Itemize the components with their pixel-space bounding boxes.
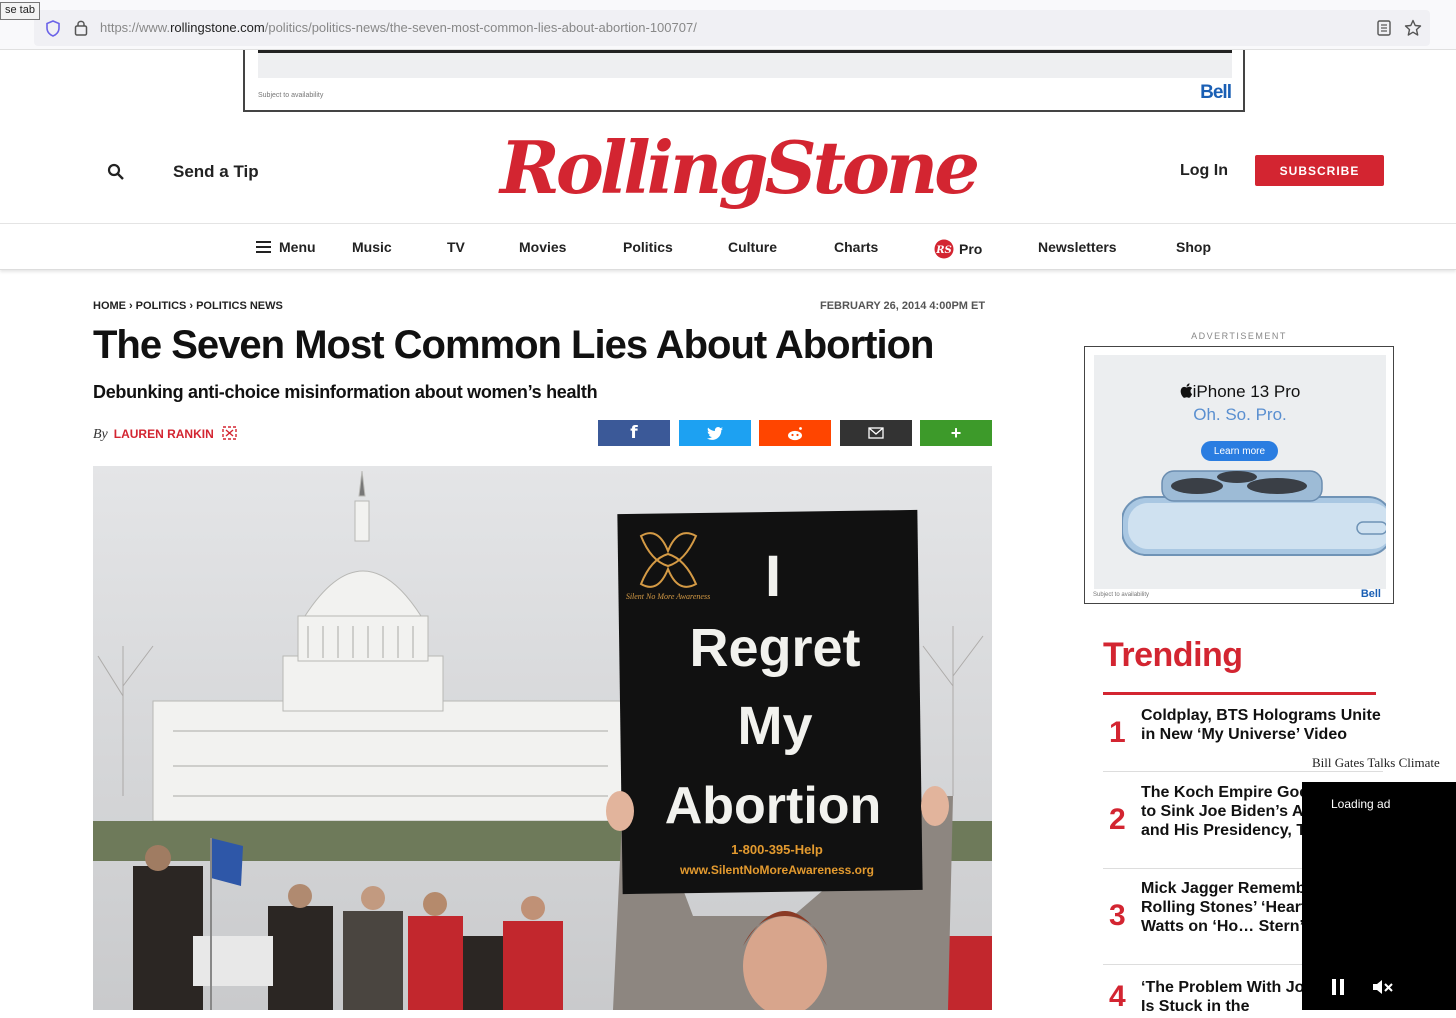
lock-icon[interactable] [74,19,88,36]
url-path: /politics/politics-news/the-seven-most-c… [264,20,697,35]
trending-rank: 2 [1109,803,1126,836]
breadcrumb: HOME › POLITICS › POLITICS NEWS [93,300,283,312]
ad-brand-logo: Bell [1200,82,1232,103]
url-text[interactable]: https://www.rollingstone.com/politics/po… [100,20,697,35]
trending-divider [1103,692,1376,695]
subscribe-button[interactable]: SUBSCRIBE [1255,155,1384,186]
nav-menu[interactable]: Menu [256,239,316,255]
video-status: Loading ad [1331,797,1391,811]
nav-movies[interactable]: Movies [519,239,566,255]
nav-politics[interactable]: Politics [623,239,673,255]
sign-line-3: My [737,696,812,756]
floating-video-player[interactable]: Loading ad [1302,782,1456,1010]
twitter-icon [707,426,723,440]
nav-newsletters[interactable]: Newsletters [1038,239,1117,255]
video-caption[interactable]: Bill Gates Talks Climate [1312,755,1440,771]
ad-image [258,50,1232,78]
url-prefix: https://www. [100,20,171,35]
plus-icon: + [950,422,962,443]
sidebar-ad[interactable]: iPhone 13 Pro Oh. So. Pro. Learn more Su… [1084,346,1394,604]
advertisement-label: ADVERTISEMENT [1191,331,1287,341]
share-twitter-button[interactable] [679,420,751,446]
sign-phone: 1-800-395-Help [731,842,823,857]
publish-date: FEBRUARY 26, 2014 4:00PM ET [820,300,986,312]
hamburger-icon [256,241,271,253]
nav-tv[interactable]: TV [447,239,465,255]
svg-text:RS: RS [935,245,952,256]
facebook-icon: f [630,423,638,443]
mute-icon[interactable] [1372,978,1394,996]
reader-view-icon[interactable] [1377,20,1391,36]
sign-line-2: Regret [689,618,860,678]
ad-tagline: Oh. So. Pro. [1193,405,1287,424]
ad-brand-logo: Bell [1360,588,1381,600]
trending-title[interactable]: Coldplay, BTS Holograms Unite in New ‘My… [1141,706,1381,744]
sidebar-ad-image: iPhone 13 Pro Oh. So. Pro. Learn more [1094,355,1386,589]
nav-charts[interactable]: Charts [834,239,878,255]
reddit-icon [788,426,802,440]
protest-photo: Silent No More Awareness I Regret My Abo… [93,466,992,1010]
email-icon [868,427,884,439]
tab-tooltip: se tab [0,2,40,20]
rolling-stone-logo[interactable]: RollingStone [500,118,990,218]
article-subhead: Debunking anti-choice misinformation abo… [93,382,598,402]
breadcrumb-politics[interactable]: POLITICS [136,300,187,312]
browser-url-bar: https://www.rollingstone.com/politics/po… [0,0,1456,50]
url-domain: rollingstone.com [170,20,265,35]
trending-heading: Trending [1103,636,1243,674]
main-nav: Menu Music TV Movies Politics Culture Ch… [0,224,1456,270]
ad-product-title: iPhone 13 Pro [1094,382,1386,402]
nav-culture[interactable]: Culture [728,239,777,255]
nav-menu-label: Menu [279,239,316,255]
byline: By LAUREN RANKIN [93,425,238,443]
breadcrumb-politics-news[interactable]: POLITICS NEWS [196,300,283,312]
ad-learn-more-button[interactable]: Learn more [1201,441,1278,461]
ad-fine-print: Subject to availability [1093,592,1150,598]
share-email-button[interactable] [840,420,912,446]
nav-music[interactable]: Music [352,239,392,255]
byline-by: By [93,427,108,442]
sign-line-1: I [765,544,781,609]
nav-pro[interactable]: RS Pro [934,239,982,259]
pause-icon[interactable] [1331,978,1345,996]
share-facebook-button[interactable]: f [598,420,670,446]
send-a-tip-link[interactable]: Send a Tip [173,162,259,182]
protest-sign: Silent No More Awareness I Regret My Abo… [617,509,923,895]
ad-product-name: iPhone 13 Pro [1192,382,1301,401]
article-headline: The Seven Most Common Lies About Abortio… [93,323,934,367]
apple-logo-icon [1180,383,1192,398]
breadcrumb-home[interactable]: HOME [93,300,126,312]
shield-icon[interactable] [45,20,61,37]
bookmark-star-icon[interactable] [1404,19,1422,37]
login-link[interactable]: Log In [1180,162,1228,180]
sign-site: www.SilentNoMoreAwareness.org [679,863,874,877]
share-more-button[interactable]: + [920,420,992,446]
search-icon[interactable] [107,163,125,181]
article-hero-image: Silent No More Awareness I Regret My Abo… [93,466,992,1010]
trending-rank: 4 [1109,980,1126,1013]
trending-rank: 1 [1109,716,1126,749]
nav-shop[interactable]: Shop [1176,239,1211,255]
author-link[interactable]: LAUREN RANKIN [114,427,214,441]
site-header: Send a Tip RollingStone Log In SUBSCRIBE [0,112,1456,224]
trending-rank: 3 [1109,899,1126,932]
sign-org: Silent No More Awareness [626,592,710,601]
nav-pro-label: Pro [959,241,983,257]
top-banner-ad[interactable]: Subject to availability Bell [243,50,1245,112]
share-reddit-button[interactable] [759,420,831,446]
rs-pro-icon: RS [934,239,954,259]
ad-fine-print: Subject to availability [258,92,324,99]
author-badge-icon [221,426,237,440]
sign-line-4: Abortion [665,777,882,835]
iphone-image [1122,470,1386,556]
